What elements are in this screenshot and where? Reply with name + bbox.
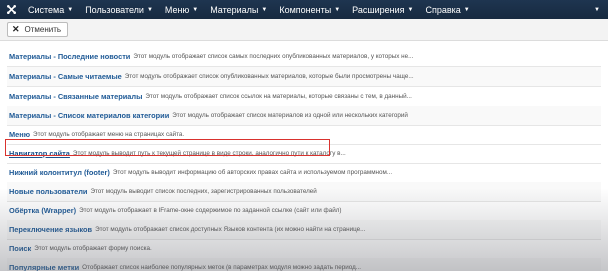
caret-down-icon: ▼ [407,6,414,13]
caret-down-icon: ▼ [463,6,470,13]
module-description: Этот модуль выводит информацию об авторс… [112,169,393,176]
module-description: Этот модуль отображает список ссылок на … [145,93,412,100]
menu-content[interactable]: Материалы ▼ [204,5,273,15]
menu-help-label: Справка [425,4,461,15]
top-navbar: Система ▼ Пользователи ▼ Меню ▼ Материал… [0,0,608,19]
module-link[interactable]: Материалы - Список материалов категории [9,111,169,120]
user-menu-caret-icon[interactable]: ▼ [594,0,600,19]
module-description: Этот модуль отображает список самых посл… [133,53,414,60]
module-description: Этот модуль выводит путь к текущей стран… [72,150,346,157]
list-item[interactable]: Материалы - Самые читаемые Этот модуль о… [7,67,601,87]
menu-users[interactable]: Пользователи ▼ [79,5,159,15]
list-item[interactable]: Обёртка (Wrapper) Этот модуль отображает… [7,201,601,221]
module-description: Этот модуль отображает форму поиска. [34,245,152,252]
module-description: Этот модуль отображает в IFrame-окне сод… [79,207,342,214]
module-link[interactable]: Нижний колонтитул (footer) [9,168,110,177]
module-link[interactable]: Поиск [9,244,31,253]
cancel-button-label: Отменить [24,25,62,34]
module-description: Этот модуль отображает список доступных … [95,226,366,233]
list-item[interactable]: Меню Этот модуль отображает меню на стра… [7,125,601,145]
list-item[interactable]: Популярные метки Отображает список наибо… [7,258,601,271]
joomla-logo-icon[interactable] [0,0,22,19]
list-item[interactable]: Материалы - Связанные материалы Этот мод… [7,87,601,107]
list-item[interactable]: Материалы - Последние новости Этот модул… [7,47,601,67]
caret-down-icon: ▼ [261,6,268,13]
menu-menus-label: Меню [164,4,190,15]
list-item-highlighted[interactable]: Навигатор сайта Этот модуль выводит путь… [7,144,601,164]
caret-down-icon: ▼ [67,6,74,13]
module-link[interactable]: Меню [9,130,30,139]
module-link[interactable]: Новые пользователи [9,187,87,196]
menu-menus[interactable]: Меню ▼ [159,5,204,15]
menu-components-label: Компоненты [279,4,332,15]
list-item[interactable]: Поиск Этот модуль отображает форму поиск… [7,239,601,259]
menu-extensions[interactable]: Расширения ▼ [346,5,419,15]
module-description: Этот модуль отображает список опубликова… [124,73,414,80]
cancel-button[interactable]: ✕ Отменить [7,22,69,37]
module-description: Этот модуль отображает список материалов… [172,112,408,119]
list-item[interactable]: Материалы - Список материалов категории … [7,106,601,126]
module-link[interactable]: Навигатор сайта [9,149,70,158]
caret-down-icon: ▼ [146,6,153,13]
module-link[interactable]: Переключение языков [9,225,92,234]
main-menu: Система ▼ Пользователи ▼ Меню ▼ Материал… [22,5,476,15]
menu-system-label: Система [28,4,65,15]
menu-help[interactable]: Справка ▼ [419,5,475,15]
module-description: Отображает список наиболее популярных ме… [82,264,362,271]
module-link[interactable]: Обёртка (Wrapper) [9,206,76,215]
menu-extensions-label: Расширения [352,4,405,15]
caret-down-icon: ▼ [192,6,199,13]
module-description: Этот модуль отображает меню на страницах… [33,131,185,138]
module-link[interactable]: Материалы - Самые читаемые [9,72,122,81]
menu-system[interactable]: Система ▼ [22,5,79,15]
module-link[interactable]: Материалы - Последние новости [9,52,130,61]
module-description: Этот модуль выводит список последних, за… [90,188,317,195]
toolbar: ✕ Отменить [0,19,608,41]
module-link[interactable]: Материалы - Связанные материалы [9,92,142,101]
menu-content-label: Материалы [210,4,259,15]
close-icon: ✕ [12,24,20,34]
list-item[interactable]: Нижний колонтитул (footer) Этот модуль в… [7,163,601,183]
menu-users-label: Пользователи [85,4,144,15]
menu-components[interactable]: Компоненты ▼ [273,5,346,15]
list-item[interactable]: Новые пользователи Этот модуль выводит с… [7,182,601,202]
module-link[interactable]: Популярные метки [9,263,79,271]
caret-down-icon: ▼ [334,6,341,13]
list-item[interactable]: Переключение языков Этот модуль отобража… [7,220,601,240]
